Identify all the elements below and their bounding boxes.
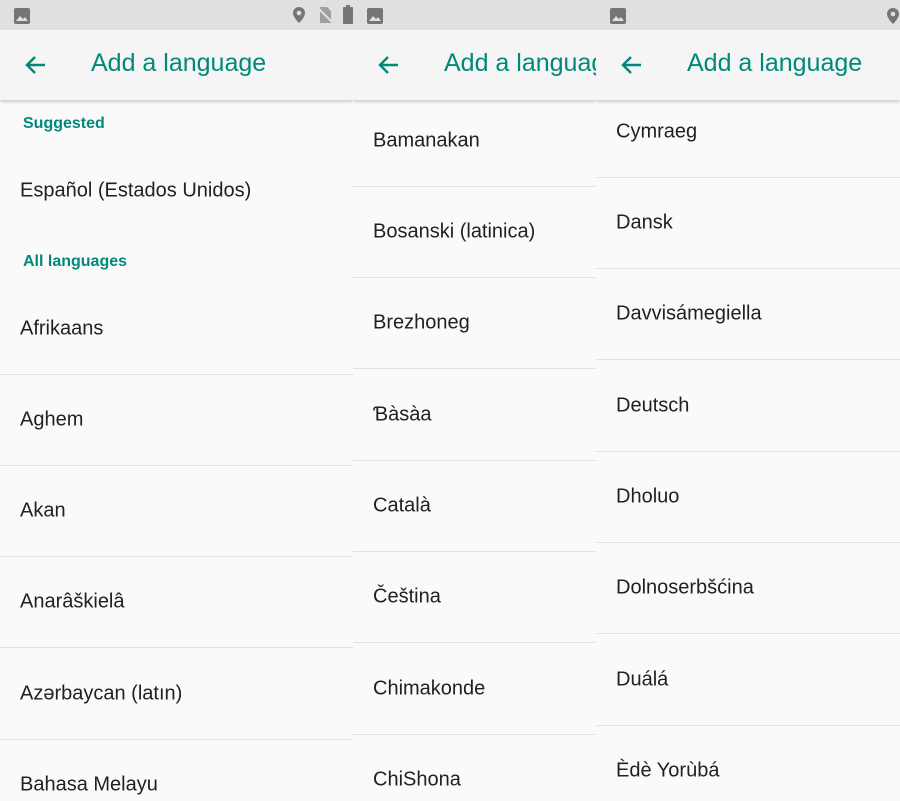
app-bar: Add a language: [596, 30, 900, 100]
language-label: Dolnoserbšćina: [616, 576, 754, 599]
language-label: Čeština: [373, 585, 441, 608]
list-item[interactable]: Català: [353, 461, 596, 552]
list-item[interactable]: Èdè Yorùbá: [596, 726, 900, 801]
language-label: Bahasa Melayu: [20, 773, 158, 796]
language-label: Brezhoneg: [373, 311, 470, 334]
language-label: Dholuo: [616, 485, 680, 508]
list-item[interactable]: Ɓàsàa: [353, 370, 596, 461]
list-item[interactable]: Afrikaans: [0, 284, 353, 375]
list-item[interactable]: Duálá: [596, 635, 900, 726]
list-item[interactable]: Brezhoneg: [353, 278, 596, 369]
arrow-back-icon[interactable]: [20, 50, 50, 80]
page-title: Add a language: [687, 49, 863, 77]
list-item[interactable]: Bosanski (latinica): [353, 187, 596, 278]
app-bar: Add a language: [353, 30, 596, 100]
language-label: Ɓàsàa: [373, 403, 432, 426]
list-item[interactable]: Deutsch: [596, 361, 900, 452]
list-item[interactable]: Čeština: [353, 552, 596, 643]
no-sim-icon: [317, 7, 333, 23]
language-label: ChiShona: [373, 768, 461, 791]
location-pin-icon: [887, 8, 899, 24]
page-title: Add a language: [444, 49, 596, 77]
image-icon: [367, 8, 383, 24]
language-label: Español (Estados Unidos): [20, 179, 252, 202]
list-item[interactable]: Cymraeg: [596, 87, 900, 178]
status-bar: [596, 0, 900, 30]
screen-2: Add a language Bamanakan Bosanski (latin…: [353, 0, 596, 801]
location-pin-icon: [293, 7, 305, 23]
list-item[interactable]: Bahasa Melayu: [0, 740, 353, 801]
language-label: Dansk: [616, 211, 673, 234]
language-label: Afrikaans: [20, 317, 104, 340]
language-label: Duálá: [616, 668, 669, 691]
language-label: Akan: [20, 499, 66, 522]
page-title: Add a language: [91, 49, 267, 77]
screen-3: Add a language Cymraeg Dansk Davvisámegi…: [596, 0, 900, 801]
list-item[interactable]: Bamanakan: [353, 96, 596, 187]
language-label: Aghem: [20, 408, 84, 431]
battery-icon: [343, 5, 353, 24]
language-label: Deutsch: [616, 394, 690, 417]
list-item-suggested[interactable]: Español (Estados Unidos): [0, 146, 353, 236]
list-item[interactable]: Chimakonde: [353, 644, 596, 735]
section-header-all: All languages: [23, 253, 128, 270]
image-icon: [610, 8, 626, 24]
list-item[interactable]: Davvisámegiella: [596, 269, 900, 360]
list-item[interactable]: Azərbaycan (latın): [0, 649, 353, 740]
list-item[interactable]: Aghem: [0, 375, 353, 466]
screen-1: Add a language Suggested Español (Estado…: [0, 0, 353, 801]
app-bar: Add a language: [0, 30, 353, 100]
list-item[interactable]: Akan: [0, 466, 353, 557]
status-bar: [353, 0, 596, 30]
image-icon: [14, 8, 30, 24]
list-item[interactable]: Dansk: [596, 178, 900, 269]
section-header-suggested: Suggested: [23, 115, 105, 132]
language-label: Davvisámegiella: [616, 302, 762, 325]
language-label: Cymraeg: [616, 120, 698, 143]
language-label: Català: [373, 494, 431, 517]
language-label: Chimakonde: [373, 677, 486, 700]
language-label: Èdè Yorùbá: [616, 759, 720, 782]
arrow-back-icon[interactable]: [373, 50, 403, 80]
list-item[interactable]: Dolnoserbšćina: [596, 543, 900, 634]
language-label: Azərbaycan (latın): [20, 682, 183, 705]
language-label: Anarâškielâ: [20, 590, 125, 613]
list-item[interactable]: Anarâškielâ: [0, 557, 353, 648]
list-item[interactable]: ChiShona: [353, 735, 596, 801]
list-item[interactable]: Dholuo: [596, 452, 900, 543]
language-label: Bamanakan: [373, 129, 480, 152]
arrow-back-icon[interactable]: [616, 50, 646, 80]
language-label: Bosanski (latinica): [373, 220, 536, 243]
